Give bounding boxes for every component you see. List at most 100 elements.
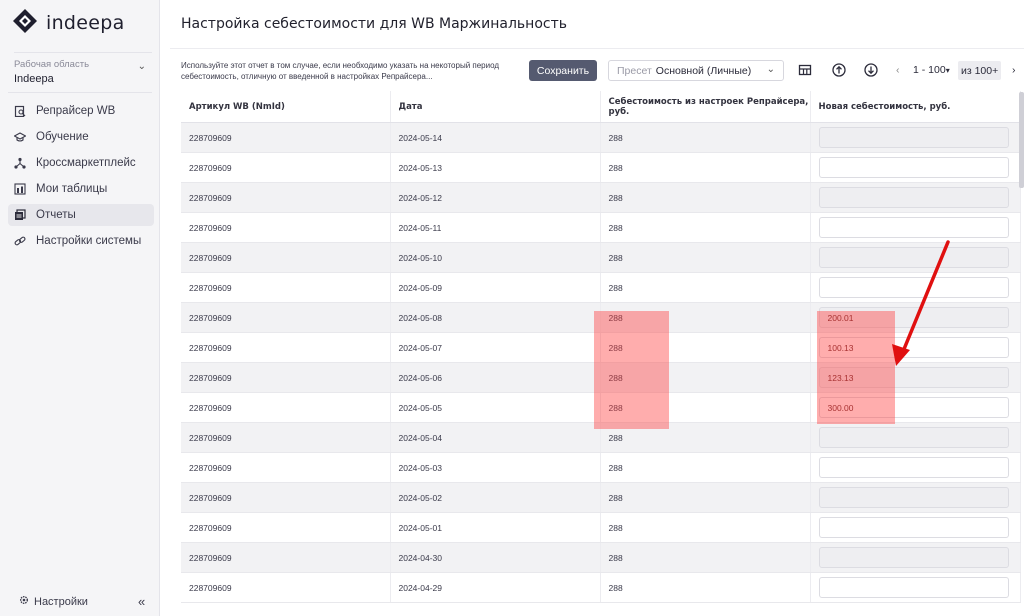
table-row: 228709609 2024-05-06 288 [181, 362, 1021, 393]
columns-icon[interactable] [798, 63, 812, 77]
cell-cost: 288 [600, 182, 811, 213]
table-row: 228709609 2024-04-30 288 [181, 542, 1021, 573]
cell-new-cost [810, 422, 1021, 453]
next-page-button[interactable]: › [1012, 64, 1016, 76]
sidebar-item-label: Репрайсер WB [36, 105, 116, 117]
sidebar-item-repricer[interactable]: Репрайсер WB [8, 100, 154, 122]
sidebar-nav: Репрайсер WB Обучение Кроссмаркетплейс М… [8, 100, 154, 256]
column-header[interactable]: Дата [390, 91, 601, 123]
table-row: 228709609 2024-05-03 288 [181, 452, 1021, 483]
cell-date: 2024-05-10 [390, 242, 601, 273]
cell-article: 228709609 [181, 422, 391, 453]
sidebar-item-system-settings[interactable]: Настройки системы [8, 230, 154, 252]
chevron-down-icon: ▾ [945, 66, 950, 75]
cell-new-cost [810, 242, 1021, 273]
new-cost-input[interactable] [818, 307, 1009, 328]
new-cost-input[interactable] [818, 427, 1009, 448]
cell-cost: 288 [600, 572, 811, 603]
cell-article: 228709609 [181, 152, 391, 183]
preset-select[interactable]: Пресет Основной (Личные) ⌄ [608, 60, 784, 81]
cell-article: 228709609 [181, 122, 391, 153]
cell-article: 228709609 [181, 242, 391, 273]
prev-page-button[interactable]: ‹ [896, 64, 900, 76]
preset-label: Пресет [617, 64, 652, 77]
table-row: 228709609 2024-05-14 288 [181, 122, 1021, 153]
graduation-cap-icon [14, 131, 26, 143]
collapse-sidebar-icon[interactable]: « [138, 594, 145, 609]
new-cost-input[interactable] [818, 547, 1009, 568]
table-row: 228709609 2024-05-07 288 [181, 332, 1021, 363]
table-row: 228709609 2024-05-05 288 [181, 392, 1021, 423]
cell-article: 228709609 [181, 482, 391, 513]
table-row: 228709609 2024-05-10 288 [181, 242, 1021, 273]
new-cost-input[interactable] [818, 277, 1009, 298]
column-header[interactable]: Новая себестоимость, руб. [810, 91, 1021, 123]
page-range-select[interactable]: 1 - 100▾ [913, 64, 950, 76]
cell-cost: 288 [600, 302, 811, 333]
cell-new-cost [810, 182, 1021, 213]
cell-date: 2024-05-05 [390, 392, 601, 423]
cell-cost: 288 [600, 332, 811, 363]
column-header[interactable]: Артикул WB (NmId) [181, 91, 391, 123]
cell-date: 2024-04-30 [390, 542, 601, 573]
cell-article: 228709609 [181, 302, 391, 333]
new-cost-input[interactable] [818, 487, 1009, 508]
cell-new-cost [810, 332, 1021, 363]
cell-article: 228709609 [181, 512, 391, 543]
logo[interactable]: indeepa [12, 8, 125, 39]
table-row: 228709609 2024-05-13 288 [181, 152, 1021, 183]
cell-date: 2024-04-29 [390, 572, 601, 603]
sidebar-item-label: Настройки [34, 595, 88, 608]
save-button[interactable]: Сохранить [529, 60, 597, 81]
sidebar-item-crossmarketplace[interactable]: Кроссмаркетплейс [8, 152, 154, 174]
cell-new-cost [810, 482, 1021, 513]
workspace-name: Indeepa [14, 73, 54, 85]
cell-new-cost [810, 152, 1021, 183]
cell-new-cost [810, 542, 1021, 573]
cell-date: 2024-05-08 [390, 302, 601, 333]
cell-new-cost [810, 512, 1021, 543]
cell-new-cost [810, 212, 1021, 243]
cell-new-cost [810, 122, 1021, 153]
new-cost-input[interactable] [818, 517, 1009, 538]
cell-cost: 288 [600, 422, 811, 453]
sidebar-item-learning[interactable]: Обучение [8, 126, 154, 148]
sidebar-item-my-tables[interactable]: Мои таблицы [8, 178, 154, 200]
gear-icon [18, 594, 34, 609]
new-cost-input[interactable] [818, 397, 1009, 418]
cell-article: 228709609 [181, 212, 391, 243]
indeepa-logo-icon [12, 8, 38, 39]
sidebar-item-reports[interactable]: Отчеты [8, 204, 154, 226]
new-cost-input[interactable] [818, 187, 1009, 208]
sidebar-item-label: Кроссмаркетплейс [36, 157, 136, 169]
scrollbar[interactable] [1019, 92, 1024, 188]
new-cost-input[interactable] [818, 127, 1009, 148]
sidebar-item-label: Отчеты [36, 209, 76, 221]
sidebar: indeepa Рабочая область Indeepa ⌄ Репрай… [0, 0, 160, 616]
new-cost-input[interactable] [818, 217, 1009, 238]
new-cost-input[interactable] [818, 457, 1009, 478]
cell-new-cost [810, 272, 1021, 303]
sidebar-item-label: Настройки системы [36, 235, 142, 247]
network-icon [14, 157, 26, 169]
sidebar-item-label: Обучение [36, 131, 89, 143]
logo-text: indeepa [46, 12, 125, 34]
download-icon[interactable] [864, 63, 878, 77]
new-cost-input[interactable] [818, 337, 1009, 358]
chevron-down-icon: ⌄ [766, 64, 775, 75]
new-cost-input[interactable] [818, 247, 1009, 268]
new-cost-input[interactable] [818, 577, 1009, 598]
cell-cost: 288 [600, 122, 811, 153]
cell-new-cost [810, 572, 1021, 603]
upload-icon[interactable] [832, 63, 846, 77]
new-cost-input[interactable] [818, 367, 1009, 388]
sidebar-item-settings[interactable]: Настройки [18, 594, 88, 609]
new-cost-input[interactable] [818, 157, 1009, 178]
column-header[interactable]: Себестоимость из настроек Репрайсера, ру… [600, 91, 811, 123]
cell-cost: 288 [600, 242, 811, 273]
cell-cost: 288 [600, 452, 811, 483]
table-row: 228709609 2024-05-08 288 [181, 302, 1021, 333]
cell-cost: 288 [600, 482, 811, 513]
workspace-selector[interactable]: Рабочая область Indeepa ⌄ [14, 52, 152, 85]
cell-date: 2024-05-07 [390, 332, 601, 363]
